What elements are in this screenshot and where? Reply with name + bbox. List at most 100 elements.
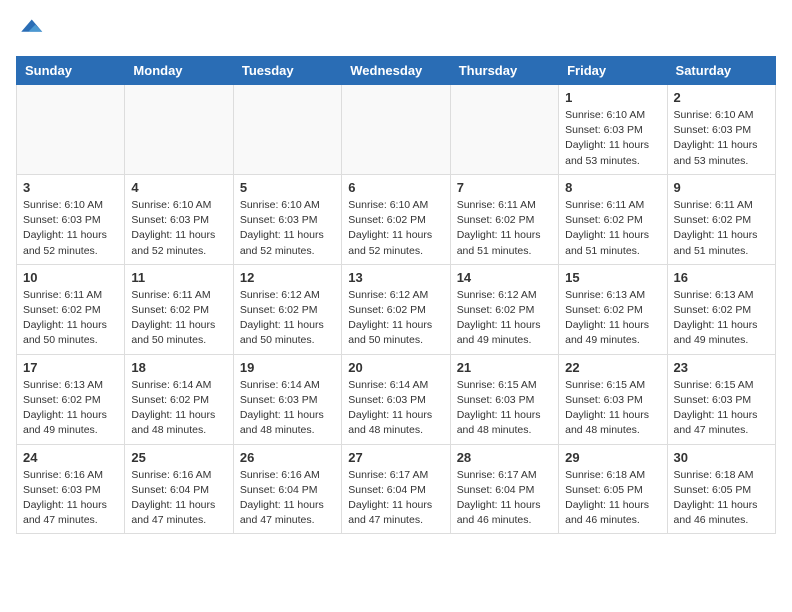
day-number: 3 <box>23 180 118 195</box>
calendar-header-row: SundayMondayTuesdayWednesdayThursdayFrid… <box>17 57 776 85</box>
column-header-sunday: Sunday <box>17 57 125 85</box>
day-info: Sunrise: 6:15 AM Sunset: 6:03 PM Dayligh… <box>674 378 769 439</box>
calendar-cell: 19 Sunrise: 6:14 AM Sunset: 6:03 PM Dayli… <box>233 354 341 444</box>
day-info: Sunrise: 6:12 AM Sunset: 6:02 PM Dayligh… <box>240 288 335 349</box>
calendar-cell: 4Sunrise: 6:10 AM Sunset: 6:03 PM Daylig… <box>125 174 233 264</box>
day-info: Sunrise: 6:15 AM Sunset: 6:03 PM Dayligh… <box>457 378 552 439</box>
logo <box>16 16 46 44</box>
calendar-cell: 17 Sunrise: 6:13 AM Sunset: 6:02 PM Dayli… <box>17 354 125 444</box>
calendar-cell: 26 Sunrise: 6:16 AM Sunset: 6:04 PM Dayli… <box>233 444 341 534</box>
day-info: Sunrise: 6:16 AM Sunset: 6:04 PM Dayligh… <box>131 468 226 529</box>
calendar-cell: 5 Sunrise: 6:10 AM Sunset: 6:03 PM Daylig… <box>233 174 341 264</box>
day-info: Sunrise: 6:16 AM Sunset: 6:04 PM Dayligh… <box>240 468 335 529</box>
calendar-cell: 3 Sunrise: 6:10 AM Sunset: 6:03 PM Daylig… <box>17 174 125 264</box>
day-info: Sunrise: 6:12 AM Sunset: 6:02 PM Dayligh… <box>348 288 443 349</box>
day-number: 14 <box>457 270 552 285</box>
page-header <box>16 16 776 44</box>
day-number: 12 <box>240 270 335 285</box>
day-number: 25 <box>131 450 226 465</box>
day-number: 28 <box>457 450 552 465</box>
day-info: Sunrise: 6:15 AM Sunset: 6:03 PM Dayligh… <box>565 378 660 439</box>
day-info: Sunrise: 6:11 AM Sunset: 6:02 PM Dayligh… <box>674 198 769 259</box>
day-info: Sunrise: 6:11 AM Sunset: 6:02 PM Dayligh… <box>23 288 118 349</box>
day-number: 26 <box>240 450 335 465</box>
column-header-friday: Friday <box>559 57 667 85</box>
calendar-cell <box>17 85 125 175</box>
logo-icon <box>16 16 44 44</box>
day-number: 29 <box>565 450 660 465</box>
calendar-cell: 10 Sunrise: 6:11 AM Sunset: 6:02 PM Dayli… <box>17 264 125 354</box>
day-info: Sunrise: 6:13 AM Sunset: 6:02 PM Dayligh… <box>23 378 118 439</box>
calendar-cell: 20 Sunrise: 6:14 AM Sunset: 6:03 PM Dayli… <box>342 354 450 444</box>
day-number: 22 <box>565 360 660 375</box>
calendar-cell: 6Sunrise: 6:10 AM Sunset: 6:02 PM Daylig… <box>342 174 450 264</box>
day-number: 30 <box>674 450 769 465</box>
calendar-cell: 13 Sunrise: 6:12 AM Sunset: 6:02 PM Dayli… <box>342 264 450 354</box>
day-info: Sunrise: 6:10 AM Sunset: 6:03 PM Dayligh… <box>565 108 660 169</box>
day-info: Sunrise: 6:18 AM Sunset: 6:05 PM Dayligh… <box>565 468 660 529</box>
calendar-cell: 25 Sunrise: 6:16 AM Sunset: 6:04 PM Dayli… <box>125 444 233 534</box>
day-number: 13 <box>348 270 443 285</box>
day-info: Sunrise: 6:17 AM Sunset: 6:04 PM Dayligh… <box>457 468 552 529</box>
day-info: Sunrise: 6:10 AM Sunset: 6:03 PM Dayligh… <box>674 108 769 169</box>
day-info: Sunrise: 6:16 AM Sunset: 6:03 PM Dayligh… <box>23 468 118 529</box>
day-number: 1 <box>565 90 660 105</box>
calendar-cell: 7Sunrise: 6:11 AM Sunset: 6:02 PM Daylig… <box>450 174 558 264</box>
day-info: Sunrise: 6:17 AM Sunset: 6:04 PM Dayligh… <box>348 468 443 529</box>
calendar-cell: 16 Sunrise: 6:13 AM Sunset: 6:02 PM Dayli… <box>667 264 775 354</box>
calendar-week-row: 3 Sunrise: 6:10 AM Sunset: 6:03 PM Daylig… <box>17 174 776 264</box>
day-info: Sunrise: 6:13 AM Sunset: 6:02 PM Dayligh… <box>565 288 660 349</box>
column-header-monday: Monday <box>125 57 233 85</box>
calendar-cell: 21 Sunrise: 6:15 AM Sunset: 6:03 PM Dayli… <box>450 354 558 444</box>
calendar-cell: 29 Sunrise: 6:18 AM Sunset: 6:05 PM Dayli… <box>559 444 667 534</box>
calendar-cell: 9Sunrise: 6:11 AM Sunset: 6:02 PM Daylig… <box>667 174 775 264</box>
calendar-cell: 28 Sunrise: 6:17 AM Sunset: 6:04 PM Dayli… <box>450 444 558 534</box>
calendar-cell: 11Sunrise: 6:11 AM Sunset: 6:02 PM Dayli… <box>125 264 233 354</box>
calendar-cell: 15 Sunrise: 6:13 AM Sunset: 6:02 PM Dayli… <box>559 264 667 354</box>
day-number: 5 <box>240 180 335 195</box>
day-number: 17 <box>23 360 118 375</box>
day-number: 16 <box>674 270 769 285</box>
day-info: Sunrise: 6:14 AM Sunset: 6:03 PM Dayligh… <box>348 378 443 439</box>
column-header-thursday: Thursday <box>450 57 558 85</box>
day-number: 2 <box>674 90 769 105</box>
column-header-tuesday: Tuesday <box>233 57 341 85</box>
day-info: Sunrise: 6:14 AM Sunset: 6:02 PM Dayligh… <box>131 378 226 439</box>
column-header-wednesday: Wednesday <box>342 57 450 85</box>
day-number: 23 <box>674 360 769 375</box>
day-number: 27 <box>348 450 443 465</box>
calendar-cell: 18 Sunrise: 6:14 AM Sunset: 6:02 PM Dayli… <box>125 354 233 444</box>
calendar-week-row: 10 Sunrise: 6:11 AM Sunset: 6:02 PM Dayli… <box>17 264 776 354</box>
day-info: Sunrise: 6:10 AM Sunset: 6:03 PM Dayligh… <box>23 198 118 259</box>
day-info: Sunrise: 6:13 AM Sunset: 6:02 PM Dayligh… <box>674 288 769 349</box>
calendar-cell: 27 Sunrise: 6:17 AM Sunset: 6:04 PM Dayli… <box>342 444 450 534</box>
calendar-cell: 14 Sunrise: 6:12 AM Sunset: 6:02 PM Dayli… <box>450 264 558 354</box>
calendar-cell <box>342 85 450 175</box>
day-info: Sunrise: 6:10 AM Sunset: 6:02 PM Dayligh… <box>348 198 443 259</box>
calendar-cell <box>125 85 233 175</box>
day-number: 20 <box>348 360 443 375</box>
calendar-cell: 22 Sunrise: 6:15 AM Sunset: 6:03 PM Dayli… <box>559 354 667 444</box>
day-info: Sunrise: 6:11 AM Sunset: 6:02 PM Dayligh… <box>565 198 660 259</box>
day-number: 4 <box>131 180 226 195</box>
day-info: Sunrise: 6:10 AM Sunset: 6:03 PM Dayligh… <box>240 198 335 259</box>
day-info: Sunrise: 6:12 AM Sunset: 6:02 PM Dayligh… <box>457 288 552 349</box>
day-number: 10 <box>23 270 118 285</box>
calendar-cell: 12 Sunrise: 6:12 AM Sunset: 6:02 PM Dayli… <box>233 264 341 354</box>
calendar-week-row: 17 Sunrise: 6:13 AM Sunset: 6:02 PM Dayli… <box>17 354 776 444</box>
day-number: 18 <box>131 360 226 375</box>
day-number: 19 <box>240 360 335 375</box>
calendar-week-row: 1 Sunrise: 6:10 AM Sunset: 6:03 PM Daylig… <box>17 85 776 175</box>
calendar-cell <box>233 85 341 175</box>
day-number: 21 <box>457 360 552 375</box>
calendar-cell: 30 Sunrise: 6:18 AM Sunset: 6:05 PM Dayli… <box>667 444 775 534</box>
day-number: 15 <box>565 270 660 285</box>
calendar-cell: 23 Sunrise: 6:15 AM Sunset: 6:03 PM Dayli… <box>667 354 775 444</box>
day-info: Sunrise: 6:14 AM Sunset: 6:03 PM Dayligh… <box>240 378 335 439</box>
calendar-week-row: 24Sunrise: 6:16 AM Sunset: 6:03 PM Dayli… <box>17 444 776 534</box>
day-number: 8 <box>565 180 660 195</box>
calendar-cell: 1 Sunrise: 6:10 AM Sunset: 6:03 PM Daylig… <box>559 85 667 175</box>
day-info: Sunrise: 6:18 AM Sunset: 6:05 PM Dayligh… <box>674 468 769 529</box>
calendar-cell <box>450 85 558 175</box>
day-info: Sunrise: 6:11 AM Sunset: 6:02 PM Dayligh… <box>131 288 226 349</box>
